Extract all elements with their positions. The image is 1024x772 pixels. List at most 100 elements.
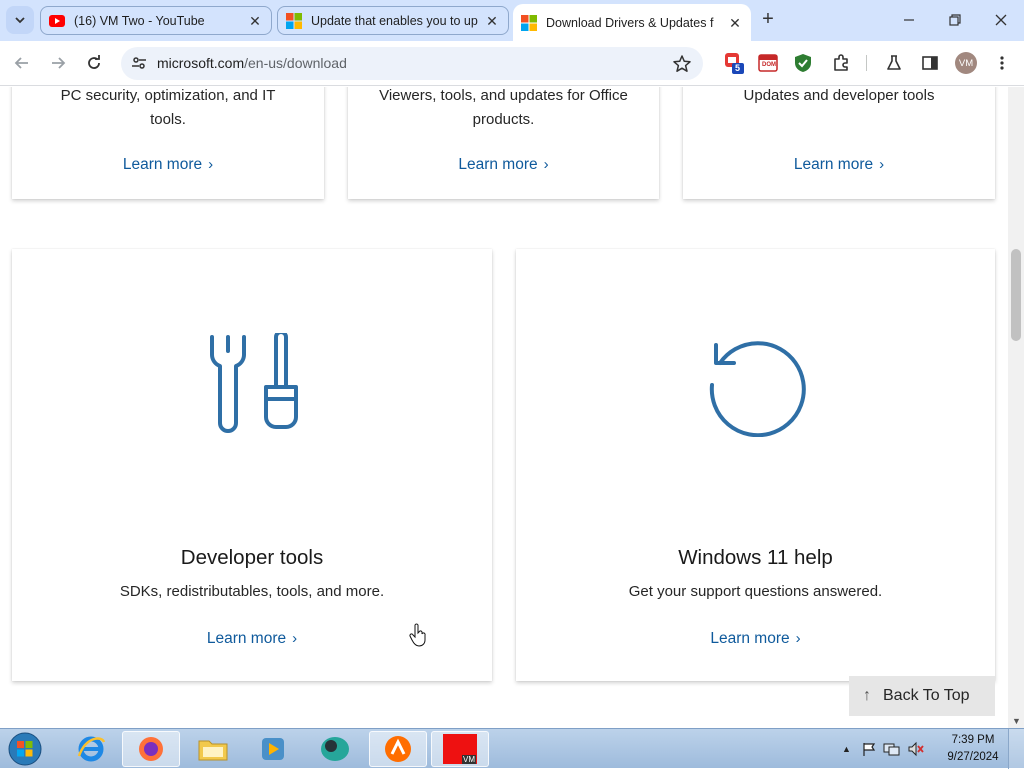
reload-button[interactable] [82,51,106,75]
restore-button[interactable] [943,8,967,32]
volume-muted-icon[interactable] [907,741,925,757]
back-to-top-button[interactable]: ↑ Back To Top [849,676,995,716]
card-description-line: tools. [150,111,186,128]
card-title: Developer tools [180,546,324,569]
card-description-line: products. [472,111,535,128]
extension-dom-icon[interactable]: DOM [757,52,779,74]
tray-expand-icon[interactable]: ▲ [842,744,851,754]
tab-search-button[interactable] [6,6,34,34]
clock-time: 7:39 PM [951,734,995,746]
media-player-icon [262,738,284,760]
top-card-updates: Updates and developer tools Learn more › [683,87,995,199]
chevron-down-icon [15,17,25,24]
extension-label: DOM [762,62,776,68]
folder-icon [198,740,228,761]
windows-taskbar: VM ▲ 7:39 PM 9/27/2024 [0,728,1024,769]
labs-flask-icon[interactable] [883,52,905,74]
microsoft-logo-icon [521,14,537,31]
network-icon[interactable] [883,741,901,757]
firefox-icon [139,737,163,761]
tab-update[interactable]: Update that enables you to up ✕ [277,6,509,35]
tab-strip: (16) VM Two - YouTube ✕ Update that enab… [0,0,1024,41]
profile-avatar[interactable]: VM [955,52,977,74]
taskbar-clock[interactable]: 7:39 PM 9/27/2024 [944,732,1002,766]
url-host: microsoft.com [157,55,245,71]
orange-app-icon [385,736,411,762]
browser-menu-button[interactable] [991,52,1013,74]
address-bar[interactable]: microsoft.com/en-us/download [121,47,703,80]
chevron-right-icon: › [292,630,298,647]
chevron-right-icon: › [795,630,801,647]
start-button[interactable] [6,731,44,767]
learn-more-label: Learn more [793,156,874,173]
vertical-scrollbar[interactable]: ▼ [1008,87,1024,728]
close-tab-icon[interactable]: ✕ [247,13,263,29]
card-description-line: PC security, optimization, and IT [60,87,276,104]
minimize-button[interactable] [897,8,921,32]
chevron-right-icon: › [879,156,885,173]
chevron-right-icon: › [543,156,549,173]
taskbar-media-player[interactable] [244,731,302,767]
tab-title: (16) VM Two - YouTube [74,13,205,28]
taskbar-ie[interactable] [62,731,120,767]
toolbar-divider [866,55,867,71]
url-path: /en-us/download [244,55,347,71]
restore-icon [949,14,961,26]
show-desktop-button[interactable] [1008,729,1024,769]
learn-more-link[interactable]: Learn more › [516,630,995,648]
taskbar-avast[interactable] [369,731,427,767]
close-icon [995,14,1007,26]
browser-toolbar: microsoft.com/en-us/download [0,41,1024,86]
microsoft-logo-icon [286,12,302,29]
extension-badge: 5 [735,63,741,73]
wrench-screwdriver-icon [210,333,298,433]
card-description: SDKs, redistributables, tools, and more. [119,583,385,600]
arrow-right-icon [52,57,66,69]
tab-title: Download Drivers & Updates f [546,15,714,30]
windows-logo-icon [8,732,42,766]
close-window-button[interactable] [989,8,1013,32]
learn-more-label: Learn more [206,630,287,647]
new-tab-button[interactable]: + [758,9,778,29]
url-text: microsoft.com/en-us/download [157,55,347,71]
site-info-icon[interactable] [128,52,150,74]
taskbar-explorer[interactable] [184,731,242,767]
taskbar-recorder[interactable]: VM [431,731,489,767]
learn-more-link[interactable]: Learn more › [12,156,324,174]
green-app-icon [321,737,349,761]
extension-shield-icon[interactable] [792,52,814,74]
tab-download-drivers[interactable]: Download Drivers & Updates f ✕ [513,4,751,41]
recorder-icon: VM [443,734,477,764]
top-card-security: PC security, optimization, and IT tools.… [12,87,324,199]
side-panel-icon[interactable] [919,52,941,74]
chevron-right-icon: › [208,156,214,173]
tab-youtube[interactable]: (16) VM Two - YouTube ✕ [40,6,272,35]
back-button[interactable] [10,51,34,75]
windows-help-card: Windows 11 help Get your support questio… [516,249,995,681]
page-content: PC security, optimization, and IT tools.… [0,87,1008,728]
minimize-icon [904,19,914,21]
bookmark-star-icon[interactable] [671,53,693,75]
kebab-menu-icon [1000,56,1004,70]
system-tray: ▲ [842,729,925,769]
card-title: Windows 11 help [678,546,833,569]
refresh-circle-icon [709,341,806,437]
close-tab-icon[interactable]: ✕ [727,15,743,31]
extension-red-icon[interactable]: 5 [723,52,745,74]
youtube-icon [49,14,65,27]
taskbar-firefox[interactable] [122,731,180,767]
extensions-puzzle-icon[interactable] [830,52,852,74]
internet-explorer-icon [77,736,106,762]
arrow-left-icon [14,57,28,69]
scroll-down-arrow-icon[interactable]: ▼ [1012,716,1021,726]
scrollbar-thumb[interactable] [1011,249,1021,341]
learn-more-link[interactable]: Learn more › [683,156,995,174]
learn-more-label: Learn more [122,156,203,173]
learn-more-label: Learn more [710,630,790,647]
learn-more-link[interactable]: Learn more › [348,156,659,174]
forward-button[interactable] [46,51,70,75]
close-tab-icon[interactable]: ✕ [484,13,500,29]
arrow-up-icon: ↑ [863,687,871,704]
flag-icon[interactable] [861,741,877,757]
taskbar-green-app[interactable] [306,731,364,767]
